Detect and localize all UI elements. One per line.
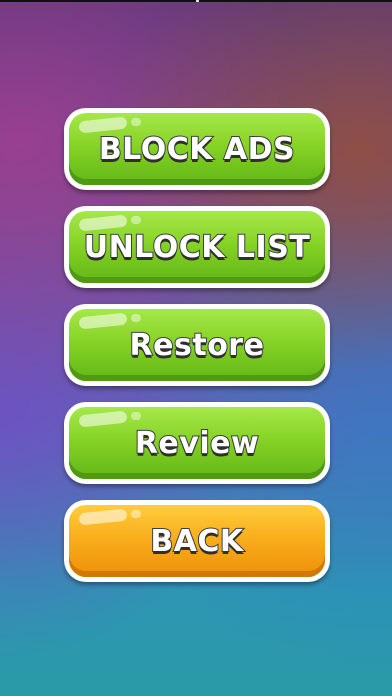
block-ads-label: BLOCK ADS: [98, 131, 296, 168]
button-gloss-dot: [131, 510, 141, 518]
back-button[interactable]: BACK: [64, 500, 330, 582]
block-ads-button[interactable]: BLOCK ADS: [64, 108, 330, 190]
block-ads-button-face[interactable]: BLOCK ADS: [69, 113, 325, 185]
restore-label: Restore: [129, 327, 265, 364]
unlock-list-label: UNLOCK LIST: [83, 229, 311, 266]
button-gloss-highlight: [78, 312, 128, 330]
menu-button-list: BLOCK ADS UNLOCK LIST Restore Review BAC…: [64, 108, 330, 598]
status-bar-line: [0, 0, 392, 2]
button-gloss-dot: [131, 216, 141, 224]
button-gloss-highlight: [78, 508, 128, 526]
back-button-face[interactable]: BACK: [69, 505, 325, 577]
unlock-list-button-face[interactable]: UNLOCK LIST: [69, 211, 325, 283]
restore-button-face[interactable]: Restore: [69, 309, 325, 381]
back-label: BACK: [149, 523, 244, 560]
button-gloss-dot: [131, 412, 141, 420]
review-button-face[interactable]: Review: [69, 407, 325, 479]
button-gloss-dot: [131, 314, 141, 322]
button-gloss-highlight: [78, 410, 128, 428]
unlock-list-button[interactable]: UNLOCK LIST: [64, 206, 330, 288]
button-gloss-dot: [131, 118, 141, 126]
review-button[interactable]: Review: [64, 402, 330, 484]
review-label: Review: [134, 425, 260, 462]
restore-button[interactable]: Restore: [64, 304, 330, 386]
